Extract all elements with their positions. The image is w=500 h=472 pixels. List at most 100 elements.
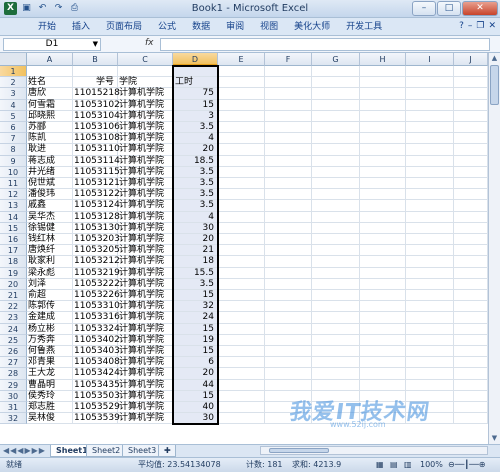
cell-J20[interactable] [454, 278, 488, 290]
cell-F6[interactable] [265, 122, 312, 134]
cell-G2[interactable] [312, 77, 360, 89]
sheet-nav-arrows[interactable]: ◀◀◀▶▶▶ [3, 446, 46, 455]
cell-E23[interactable] [218, 312, 265, 324]
cell-J3[interactable] [454, 88, 488, 100]
ribbon-tab-8[interactable]: 开发工具 [338, 21, 390, 33]
close-workbook-icon[interactable]: ✕ [488, 21, 496, 31]
cell-A12[interactable]: 潘俊玮 [27, 189, 73, 201]
cell-E19[interactable] [218, 267, 265, 279]
row-header[interactable]: 16 [0, 234, 27, 246]
cell-D8[interactable]: 20 [173, 144, 218, 156]
cell-B10[interactable]: 11053115 [73, 166, 120, 178]
column-header-B[interactable]: B [73, 53, 118, 66]
cell-G11[interactable] [312, 178, 360, 190]
worksheet-grid[interactable]: A B C D E F G H I J 1 2 姓名 学号 学院 工时 3 唐欣 11015218 计算机学院 75 4 何… [0, 53, 500, 444]
cell-I13[interactable] [406, 200, 454, 212]
cell-I15[interactable] [406, 222, 454, 234]
zoom-slider[interactable]: ⊖──┃──⊕ [448, 458, 486, 472]
cell-B20[interactable]: 11053222 [73, 278, 120, 290]
cell-C31[interactable]: 计算机学院 [118, 402, 173, 414]
cell-H7[interactable] [360, 133, 406, 145]
cell-I20[interactable] [406, 278, 454, 290]
vertical-scrollbar[interactable]: ▲ ▼ [488, 53, 500, 444]
cell-D3[interactable]: 75 [173, 88, 218, 100]
ribbon-tab-5[interactable]: 审阅 [218, 21, 252, 33]
row-header[interactable]: 20 [0, 278, 27, 290]
cell-I2[interactable] [406, 77, 454, 89]
cell-A9[interactable]: 蒋志成 [27, 155, 73, 167]
cell-I23[interactable] [406, 312, 454, 324]
cell-H24[interactable] [360, 323, 406, 335]
cell-B25[interactable]: 11053402 [73, 334, 120, 346]
cell-J31[interactable] [454, 402, 488, 414]
cell-D24[interactable]: 15 [173, 323, 218, 335]
row-header[interactable]: 6 [0, 122, 27, 134]
cell-J32[interactable] [454, 413, 488, 425]
cell-D21[interactable]: 15 [173, 290, 218, 302]
cell-F24[interactable] [265, 323, 312, 335]
cell-C14[interactable]: 计算机学院 [118, 211, 173, 223]
cell-I21[interactable] [406, 290, 454, 302]
cell-C32[interactable]: 计算机学院 [118, 413, 173, 425]
cell-I28[interactable] [406, 368, 454, 380]
cell-H23[interactable] [360, 312, 406, 324]
cell-J17[interactable] [454, 245, 488, 257]
help-icon[interactable]: ? [459, 21, 464, 31]
cell-G9[interactable] [312, 155, 360, 167]
cell-B29[interactable]: 11053435 [73, 379, 120, 391]
cell-E16[interactable] [218, 234, 265, 246]
cell-G28[interactable] [312, 368, 360, 380]
cell-I29[interactable] [406, 379, 454, 391]
cell-F2[interactable] [265, 77, 312, 89]
cell-F15[interactable] [265, 222, 312, 234]
cell-G26[interactable] [312, 346, 360, 358]
cell-A7[interactable]: 陈凯 [27, 133, 73, 145]
cell-F22[interactable] [265, 301, 312, 313]
cell-C9[interactable]: 计算机学院 [118, 155, 173, 167]
cell-E11[interactable] [218, 178, 265, 190]
cell-B2[interactable]: 学号 [73, 77, 118, 89]
cell-H6[interactable] [360, 122, 406, 134]
cell-H19[interactable] [360, 267, 406, 279]
cell-G12[interactable] [312, 189, 360, 201]
cell-J25[interactable] [454, 334, 488, 346]
cell-B21[interactable]: 11053226 [73, 290, 120, 302]
view-layout-icon[interactable]: ▤ [390, 458, 398, 472]
cell-F3[interactable] [265, 88, 312, 100]
sheet-tab-3[interactable]: Sheet3 [122, 445, 163, 457]
cell-A11[interactable]: 倪世斌 [27, 178, 73, 190]
cell-H18[interactable] [360, 256, 406, 268]
cell-B17[interactable]: 11053205 [73, 245, 120, 257]
cell-G3[interactable] [312, 88, 360, 100]
cell-B13[interactable]: 11053124 [73, 200, 120, 212]
cell-I7[interactable] [406, 133, 454, 145]
cell-I24[interactable] [406, 323, 454, 335]
cell-F11[interactable] [265, 178, 312, 190]
cell-H14[interactable] [360, 211, 406, 223]
cell-A3[interactable]: 唐欣 [27, 88, 73, 100]
cell-J11[interactable] [454, 178, 488, 190]
cell-F16[interactable] [265, 234, 312, 246]
cell-C12[interactable]: 计算机学院 [118, 189, 173, 201]
cell-J26[interactable] [454, 346, 488, 358]
cell-A32[interactable]: 吴林俊 [27, 413, 73, 425]
cell-C2[interactable]: 学院 [118, 77, 173, 89]
cell-C25[interactable]: 计算机学院 [118, 334, 173, 346]
cell-B18[interactable]: 11053212 [73, 256, 120, 268]
cell-H9[interactable] [360, 155, 406, 167]
cell-F5[interactable] [265, 110, 312, 122]
cell-J30[interactable] [454, 390, 488, 402]
row-header[interactable]: 14 [0, 211, 27, 223]
cell-C29[interactable]: 计算机学院 [118, 379, 173, 391]
cell-J1[interactable] [454, 66, 488, 78]
cell-E27[interactable] [218, 357, 265, 369]
cell-D19[interactable]: 15.5 [173, 267, 218, 279]
column-header-E[interactable]: E [218, 53, 265, 66]
cell-I3[interactable] [406, 88, 454, 100]
cell-G4[interactable] [312, 99, 360, 111]
cell-E18[interactable] [218, 256, 265, 268]
scroll-down-icon[interactable]: ▼ [489, 433, 500, 444]
cell-B11[interactable]: 11053121 [73, 178, 120, 190]
cell-J2[interactable] [454, 77, 488, 89]
cell-F12[interactable] [265, 189, 312, 201]
